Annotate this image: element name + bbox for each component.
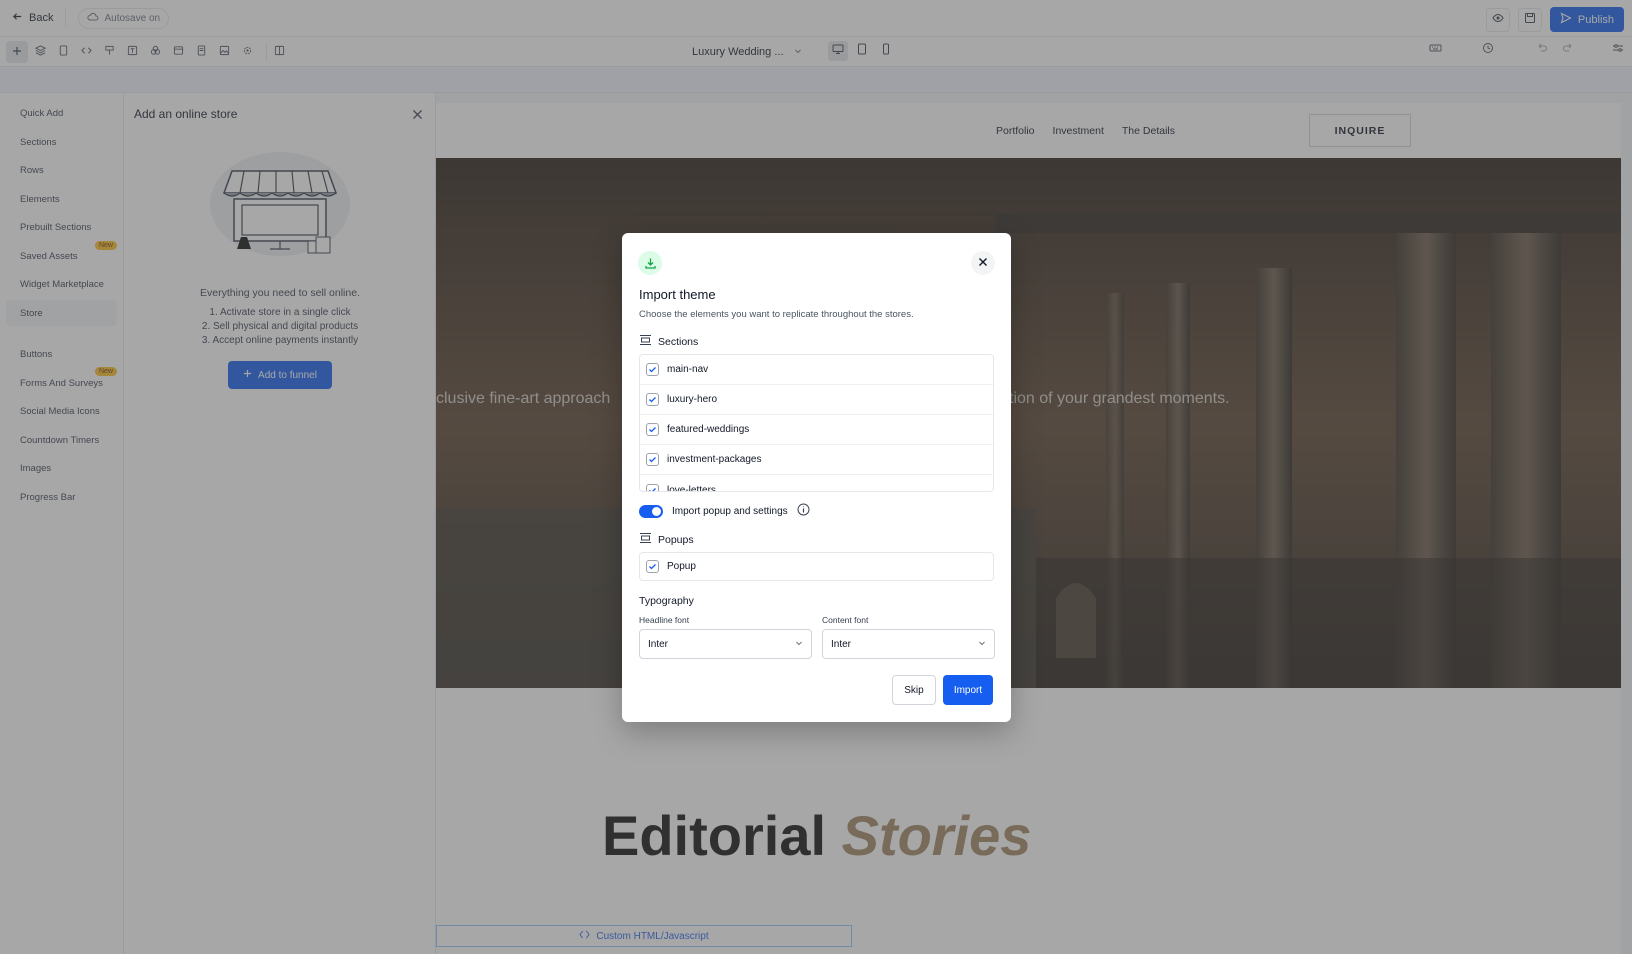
section-option[interactable]: featured-weddings	[640, 415, 993, 445]
popups-heading-label: Popups	[658, 533, 694, 546]
sections-heading-label: Sections	[658, 335, 699, 348]
import-theme-modal: Import theme Choose the elements you wan…	[622, 233, 1011, 722]
popup-option-label: Popup	[667, 561, 696, 572]
section-option[interactable]: love-letters	[640, 475, 993, 492]
section-option-label: love-letters	[667, 484, 716, 492]
checkbox-checked[interactable]	[646, 560, 659, 573]
section-option-label: main-nav	[667, 364, 709, 375]
toggle-label: Import popup and settings	[672, 505, 788, 517]
sections-heading: Sections	[639, 334, 698, 349]
chevron-down-icon	[795, 639, 803, 650]
popup-option[interactable]: Popup	[639, 552, 994, 581]
section-layout-icon	[639, 532, 652, 547]
checkbox-checked[interactable]	[646, 363, 659, 376]
section-layout-icon	[639, 334, 652, 349]
close-modal-button[interactable]	[971, 251, 995, 275]
section-option-label: luxury-hero	[667, 394, 718, 405]
skip-button[interactable]: Skip	[892, 675, 936, 705]
modal-subtitle: Choose the elements you want to replicat…	[639, 309, 914, 320]
import-popup-toggle[interactable]	[639, 504, 663, 518]
section-option[interactable]: luxury-hero	[640, 385, 993, 415]
content-font-value: Inter	[831, 638, 852, 650]
typography-heading: Typography	[639, 595, 694, 607]
checkbox-checked[interactable]	[646, 393, 659, 406]
checkbox-checked[interactable]	[646, 483, 659, 491]
info-icon[interactable]	[797, 503, 810, 519]
content-font-select[interactable]: Inter	[822, 629, 995, 659]
download-icon	[638, 251, 662, 275]
sections-list[interactable]: main-nav luxury-hero featured-weddings i…	[639, 354, 994, 492]
headline-font-label: Headline font	[639, 615, 690, 625]
section-option[interactable]: main-nav	[640, 355, 993, 385]
modal-title: Import theme	[639, 287, 716, 302]
close-icon	[978, 254, 988, 272]
checkbox-checked[interactable]	[646, 423, 659, 436]
section-option-label: featured-weddings	[667, 424, 750, 435]
section-option[interactable]: investment-packages	[640, 445, 993, 475]
import-button[interactable]: Import	[943, 675, 993, 705]
headline-font-select[interactable]: Inter	[639, 629, 812, 659]
content-font-label: Content font	[822, 615, 869, 625]
import-popup-toggle-row: Import popup and settings	[639, 503, 810, 519]
chevron-down-icon	[978, 639, 986, 650]
headline-font-value: Inter	[648, 638, 669, 650]
checkbox-checked[interactable]	[646, 453, 659, 466]
section-option-label: investment-packages	[667, 454, 762, 465]
popups-heading: Popups	[639, 532, 694, 547]
